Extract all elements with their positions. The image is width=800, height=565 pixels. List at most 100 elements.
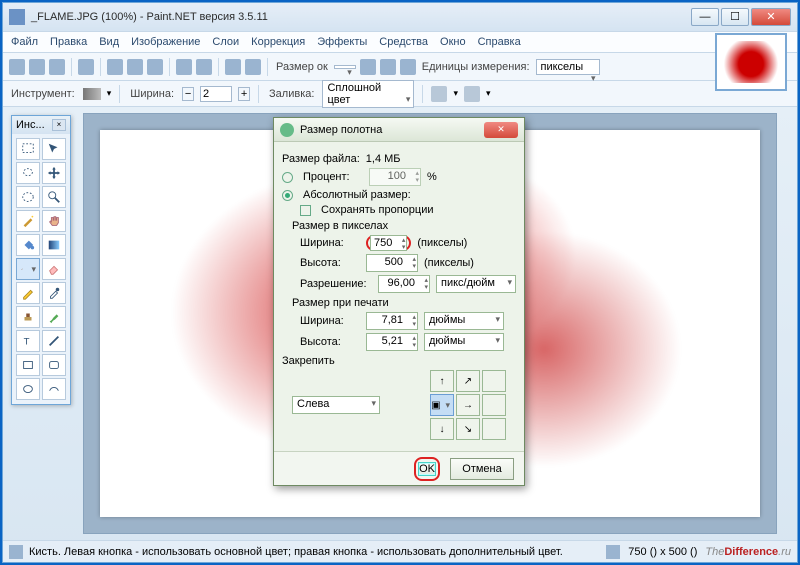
menu-help[interactable]: Справка [478,36,521,48]
cut-icon[interactable] [107,59,123,75]
anchor-e[interactable] [482,394,506,416]
aa-dropdown-icon[interactable]: ▾ [453,88,458,99]
width-plus-button[interactable]: + [238,87,250,101]
print-width-unit[interactable]: дюймы [424,312,504,330]
cancel-button[interactable]: Отмена [450,458,514,480]
brush-width-value[interactable]: 2 [200,86,232,102]
text-tool[interactable]: T [16,330,40,352]
menu-adjust[interactable]: Коррекция [251,36,305,48]
anchor-n[interactable]: ↗ [456,370,480,392]
ok-button[interactable]: OK [418,462,436,476]
ellipse-tool[interactable] [16,378,40,400]
resolution-unit-select[interactable]: пикс/дюйм [436,275,516,293]
width-input[interactable]: 750 [370,235,407,251]
undo-icon[interactable] [225,59,241,75]
ellipse-select-tool[interactable] [16,186,40,208]
menu-edit[interactable]: Правка [50,36,87,48]
menu-view[interactable]: Вид [99,36,119,48]
status-text: Кисть. Левая кнопка - использовать основ… [29,546,563,558]
eraser-tool[interactable] [42,258,66,280]
lasso-tool[interactable] [16,162,40,184]
move-selection-tool[interactable] [42,162,66,184]
anchor-ne[interactable] [482,370,506,392]
menu-effects[interactable]: Эффекты [317,36,367,48]
thumbnail[interactable] [715,33,787,91]
percent-radio[interactable] [282,172,293,183]
line-tool[interactable] [42,330,66,352]
anchor-w[interactable]: ▣ [430,394,454,416]
bucket-tool[interactable] [16,234,40,256]
brush-tool[interactable] [16,258,40,280]
pan-tool[interactable] [42,210,66,232]
main-window: _FLAME.JPG (100%) - Paint.NET версия 3.5… [2,2,798,563]
antialias-icon[interactable] [431,86,447,102]
anchor-nw[interactable]: ↑ [430,370,454,392]
new-icon[interactable] [9,59,25,75]
copy-icon[interactable] [127,59,143,75]
print-icon[interactable] [78,59,94,75]
freeform-tool[interactable] [42,378,66,400]
menu-file[interactable]: Файл [11,36,38,48]
anchor-sw[interactable]: ↓ [430,418,454,440]
rect-select-tool[interactable] [16,138,40,160]
units-select[interactable]: пикселы [536,59,600,75]
anchor-se[interactable] [482,418,506,440]
tools-window-title[interactable]: Инс... × [12,116,70,134]
menu-tools[interactable]: Средства [379,36,428,48]
dialog-close-button[interactable]: ✕ [484,122,518,138]
brush-icon[interactable] [83,88,101,100]
move-tool[interactable] [42,138,66,160]
recolor-tool[interactable] [42,306,66,328]
gradient-tool[interactable] [42,234,66,256]
rounded-rect-tool[interactable] [42,354,66,376]
blend-icon[interactable] [464,86,480,102]
tools-close-icon[interactable]: × [52,119,66,131]
percent-input[interactable]: 100 [369,168,421,186]
dialog-title: Размер полотна [300,124,382,136]
menu-image[interactable]: Изображение [131,36,200,48]
magic-wand-tool[interactable] [16,210,40,232]
window-size-dropdown[interactable] [334,65,356,69]
minimize-button[interactable]: — [691,8,719,26]
absolute-radio[interactable] [282,190,293,201]
crop-icon[interactable] [176,59,192,75]
redo-icon[interactable] [245,59,261,75]
tools-window[interactable]: Инс... × T [11,115,71,405]
anchor-c[interactable]: → [456,394,480,416]
width-minus-button[interactable]: − [182,87,194,101]
ruler-icon[interactable] [400,59,416,75]
print-height-unit[interactable]: дюймы [424,333,504,351]
resolution-input[interactable]: 96,00 [378,275,430,293]
anchor-label: Закрепить [282,355,516,367]
rect-tool[interactable] [16,354,40,376]
anchor-s[interactable]: ↘ [456,418,480,440]
pencil-tool[interactable] [16,282,40,304]
zoom-tool[interactable] [42,186,66,208]
tool-dropdown-icon[interactable]: ▾ [107,88,112,99]
width-label: Ширина: [300,237,360,249]
print-width-input[interactable]: 7,81 [366,312,418,330]
percent-label: Процент: [303,171,363,183]
height-input[interactable]: 500 [366,254,418,272]
fill-select[interactable]: Сплошной цвет [322,80,414,108]
deselect-icon[interactable] [196,59,212,75]
brush-width-label: Ширина: [130,88,174,100]
dialog-titlebar[interactable]: Размер полотна ✕ [274,118,524,142]
blend-dropdown-icon[interactable]: ▾ [486,88,491,99]
zoom-icon[interactable] [360,59,376,75]
open-icon[interactable] [29,59,45,75]
anchor-select[interactable]: Слева [292,396,380,414]
eyedropper-tool[interactable] [42,282,66,304]
paste-icon[interactable] [147,59,163,75]
menu-layers[interactable]: Слои [212,36,239,48]
status-tool-icon [9,545,23,559]
menu-window[interactable]: Окно [440,36,466,48]
clone-tool[interactable] [16,306,40,328]
titlebar[interactable]: _FLAME.JPG (100%) - Paint.NET версия 3.5… [3,3,797,31]
keep-ratio-checkbox[interactable] [300,205,311,216]
close-button[interactable]: ✕ [751,8,791,26]
grid-icon[interactable] [380,59,396,75]
maximize-button[interactable]: ☐ [721,8,749,26]
save-icon[interactable] [49,59,65,75]
print-height-input[interactable]: 5,21 [366,333,418,351]
